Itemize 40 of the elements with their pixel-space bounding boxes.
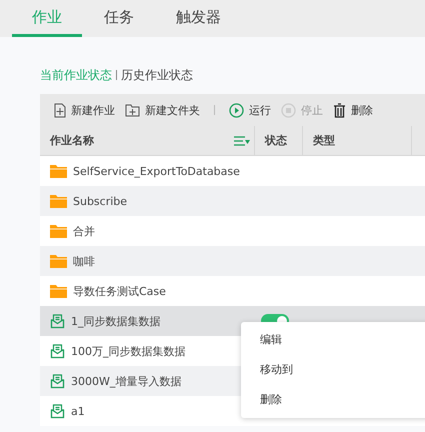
toolbar-button[interactable]: 新建作业: [54, 102, 115, 118]
job-name: 导数任务测试Case: [73, 284, 166, 298]
play-icon: [229, 102, 244, 118]
job-name: a1: [71, 404, 85, 418]
filter-icon: [234, 136, 250, 146]
job-name: 3000W_增量导入数据: [71, 374, 182, 388]
tab[interactable]: 触发器: [156, 0, 241, 37]
trash-icon: [333, 102, 346, 118]
toolbar-button[interactable]: 运行: [229, 102, 271, 118]
toolbar-button[interactable]: 新建文件夹: [125, 102, 200, 118]
job-name: 咖啡: [73, 254, 95, 268]
job-name: 合并: [73, 224, 95, 238]
toolbar-button[interactable]: 删除: [333, 102, 373, 118]
table-row[interactable]: SelfService_ExportToDatabase: [40, 156, 425, 186]
view-link[interactable]: 历史作业状态: [121, 66, 193, 84]
stop-icon: [281, 102, 296, 118]
job-name: SelfService_ExportToDatabase: [73, 164, 240, 178]
table-row[interactable]: Subscribe: [40, 186, 425, 216]
tab[interactable]: 任务: [84, 0, 154, 37]
table-row[interactable]: 咖啡: [40, 246, 425, 276]
folder-icon: [50, 164, 67, 178]
folder-icon: [50, 254, 67, 268]
inbox-icon: [50, 344, 65, 358]
inbox-icon: [50, 404, 65, 418]
job-name: 1_同步数据集数据: [71, 314, 160, 328]
folder-icon: [50, 194, 67, 208]
job-name: 100万_同步数据集数据: [71, 344, 186, 358]
column-header: 状态: [265, 133, 287, 148]
table-row[interactable]: 合并: [40, 216, 425, 246]
folder-icon: [50, 284, 67, 298]
job-name: Subscribe: [73, 194, 128, 208]
table-row[interactable]: 导数任务测试Case: [40, 276, 425, 306]
inbox-icon: [50, 374, 65, 388]
menu-item[interactable]: 移动到: [241, 355, 425, 385]
folder-icon: [50, 224, 67, 238]
new-folder-icon: [125, 104, 140, 116]
new-file-icon: [54, 102, 66, 118]
inbox-icon: [50, 314, 65, 328]
column-header: 类型: [313, 133, 335, 148]
column-header: 作业名称: [50, 133, 94, 148]
